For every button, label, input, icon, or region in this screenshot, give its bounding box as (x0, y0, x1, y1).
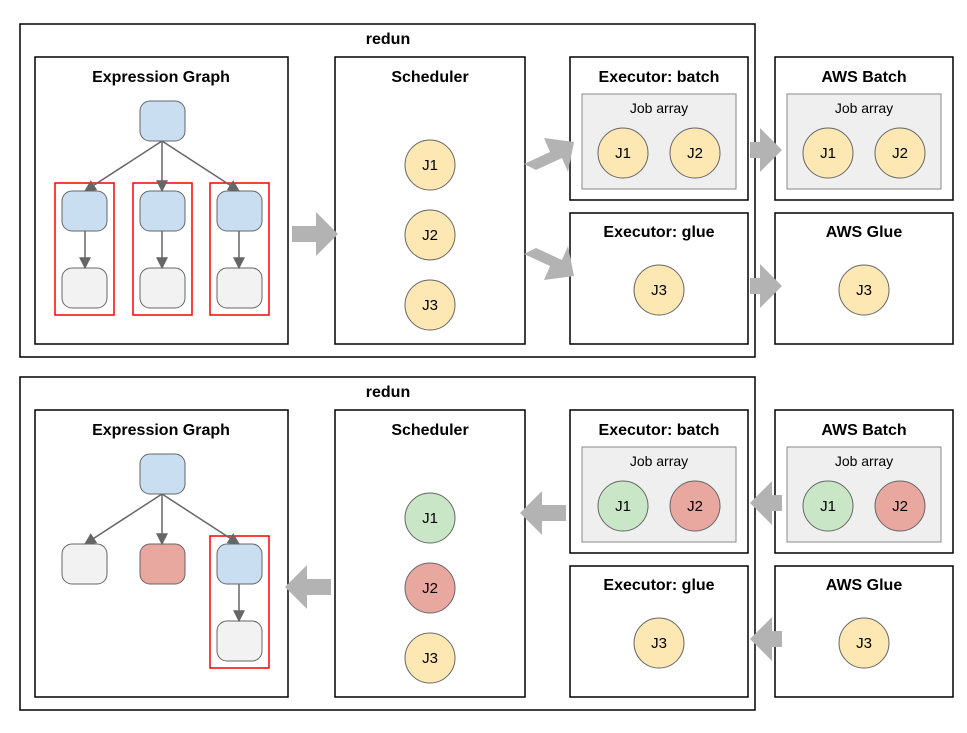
job-array-label-bot-aws: Job array (835, 453, 893, 469)
aws-batch-top-j1-label: J1 (820, 145, 836, 162)
expr-top-gc3 (217, 268, 262, 308)
expr-bot-root-node (140, 454, 185, 494)
redun-label-top: redun (366, 31, 410, 48)
exec-glue-title-top: Executor: glue (603, 224, 714, 241)
exec-batch-title-top: Executor: batch (599, 69, 720, 86)
aws-batch-bot-j2-label: J2 (892, 498, 908, 515)
expr-top-gc1 (62, 268, 107, 308)
sched-top-j1-label: J1 (422, 157, 438, 174)
job-array-label-top-exec: Job array (630, 100, 688, 116)
job-array-label-top-aws: Job array (835, 100, 893, 116)
exec-glue-title-bot: Executor: glue (603, 577, 714, 594)
exec-batch-bot-j1-label: J1 (615, 498, 631, 515)
expr-top-child1 (62, 191, 107, 231)
expr-title-bot: Expression Graph (92, 422, 230, 439)
exec-batch-top-j2-label: J2 (687, 145, 703, 162)
aws-batch-top-j2-label: J2 (892, 145, 908, 162)
job-array-label-bot-exec: Job array (630, 453, 688, 469)
expr-bot-child2 (140, 544, 185, 584)
exec-glue-bot-j3-label: J3 (651, 635, 667, 652)
expr-bot-child3 (217, 544, 262, 584)
aws-glue-title-top: AWS Glue (826, 224, 903, 241)
exec-batch-title-bot: Executor: batch (599, 422, 720, 439)
expr-top-gc2 (140, 268, 185, 308)
sched-top-j3-label: J3 (422, 297, 438, 314)
sched-bot-j3-label: J3 (422, 650, 438, 667)
expr-bot-child1 (62, 544, 107, 584)
exec-batch-bot-j2-label: J2 (687, 498, 703, 515)
expr-top-child3 (217, 191, 262, 231)
sched-title-bot: Scheduler (391, 422, 468, 439)
exec-batch-top-j1-label: J1 (615, 145, 631, 162)
expr-top-child2 (140, 191, 185, 231)
diagram-svg: redun Expression Graph Scheduler J1 J2 J… (0, 0, 967, 733)
aws-glue-title-bot: AWS Glue (826, 577, 903, 594)
sched-bot-j2-label: J2 (422, 580, 438, 597)
aws-batch-bot-j1-label: J1 (820, 498, 836, 515)
exec-glue-top-j3-label: J3 (651, 282, 667, 299)
aws-glue-bot-j3-label: J3 (856, 635, 872, 652)
sched-title-top: Scheduler (391, 69, 468, 86)
sched-bot-j1-label: J1 (422, 510, 438, 527)
expr-bot-gc3 (217, 621, 262, 661)
redun-label-bot: redun (366, 384, 410, 401)
expr-top-root-node (140, 101, 185, 141)
sched-top-j2-label: J2 (422, 227, 438, 244)
expr-title-top: Expression Graph (92, 69, 230, 86)
aws-batch-title-top: AWS Batch (821, 69, 906, 86)
aws-glue-top-j3-label: J3 (856, 282, 872, 299)
aws-batch-title-bot: AWS Batch (821, 422, 906, 439)
